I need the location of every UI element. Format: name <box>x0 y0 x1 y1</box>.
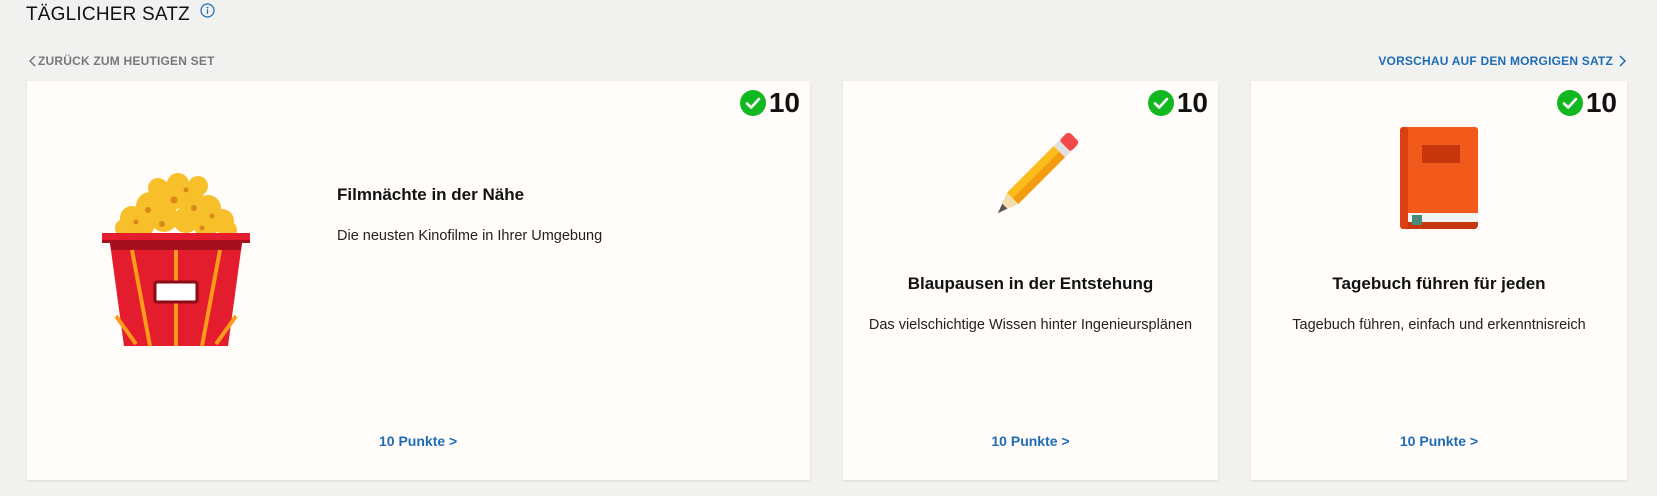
back-to-today-label: ZURÜCK ZUM HEUTIGEN SET <box>38 54 215 68</box>
check-circle-icon <box>739 90 766 116</box>
section-header: TÄGLICHER SATZ <box>26 2 215 26</box>
points-badge: 10 <box>1556 87 1617 118</box>
book-icon <box>1398 125 1480 236</box>
card-description: Die neusten Kinofilme in Ihrer Umgebung <box>337 228 603 244</box>
card-points-link[interactable]: 10 Punkte > <box>1251 433 1627 449</box>
points-badge: 10 <box>1147 87 1208 118</box>
check-circle-icon <box>1556 90 1583 116</box>
preview-tomorrow-label: VORSCHAU AUF DEN MORGIGEN SATZ <box>1378 54 1613 68</box>
card-title: Filmnächte in der Nähe <box>337 185 525 204</box>
card-description: Das vielschichtige Wissen hinter Ingenie… <box>868 317 1193 333</box>
points-count: 10 <box>768 87 800 118</box>
back-to-today-link[interactable]: ZURÜCK ZUM HEUTIGEN SET <box>28 54 215 68</box>
preview-tomorrow-link[interactable]: VORSCHAU AUF DEN MORGIGEN SATZ <box>1378 54 1627 68</box>
chevron-left-icon <box>28 54 38 68</box>
check-circle-icon <box>1147 90 1174 116</box>
points-badge: 10 <box>739 87 800 118</box>
card-title: Blaupausen in der Entstehung <box>907 274 1154 293</box>
activity-card-journaling[interactable]: 10 Tagebuch führen für jeden Tagebuch fü… <box>1251 81 1627 480</box>
popcorn-icon <box>102 166 250 347</box>
points-count: 10 <box>1176 87 1208 118</box>
card-points-link[interactable]: 10 Punkte > <box>843 433 1218 449</box>
activity-card-blueprints[interactable]: 10 Blaupausen in der Entstehung Das viel… <box>843 81 1218 480</box>
info-circle-icon[interactable] <box>200 2 215 18</box>
card-title: Tagebuch führen für jeden <box>1332 274 1546 293</box>
pencil-icon <box>976 125 1086 240</box>
section-title: TÄGLICHER SATZ <box>26 4 190 25</box>
card-description: Tagebuch führen, einfach und erkenntnisr… <box>1292 317 1586 333</box>
chevron-right-icon <box>1617 54 1627 68</box>
points-count: 10 <box>1585 87 1617 118</box>
card-points-link[interactable]: 10 Punkte > <box>379 433 457 449</box>
activity-card-movie-nights[interactable]: 10 Filmnächte in der Nähe Die neusten Ki… <box>27 81 810 480</box>
